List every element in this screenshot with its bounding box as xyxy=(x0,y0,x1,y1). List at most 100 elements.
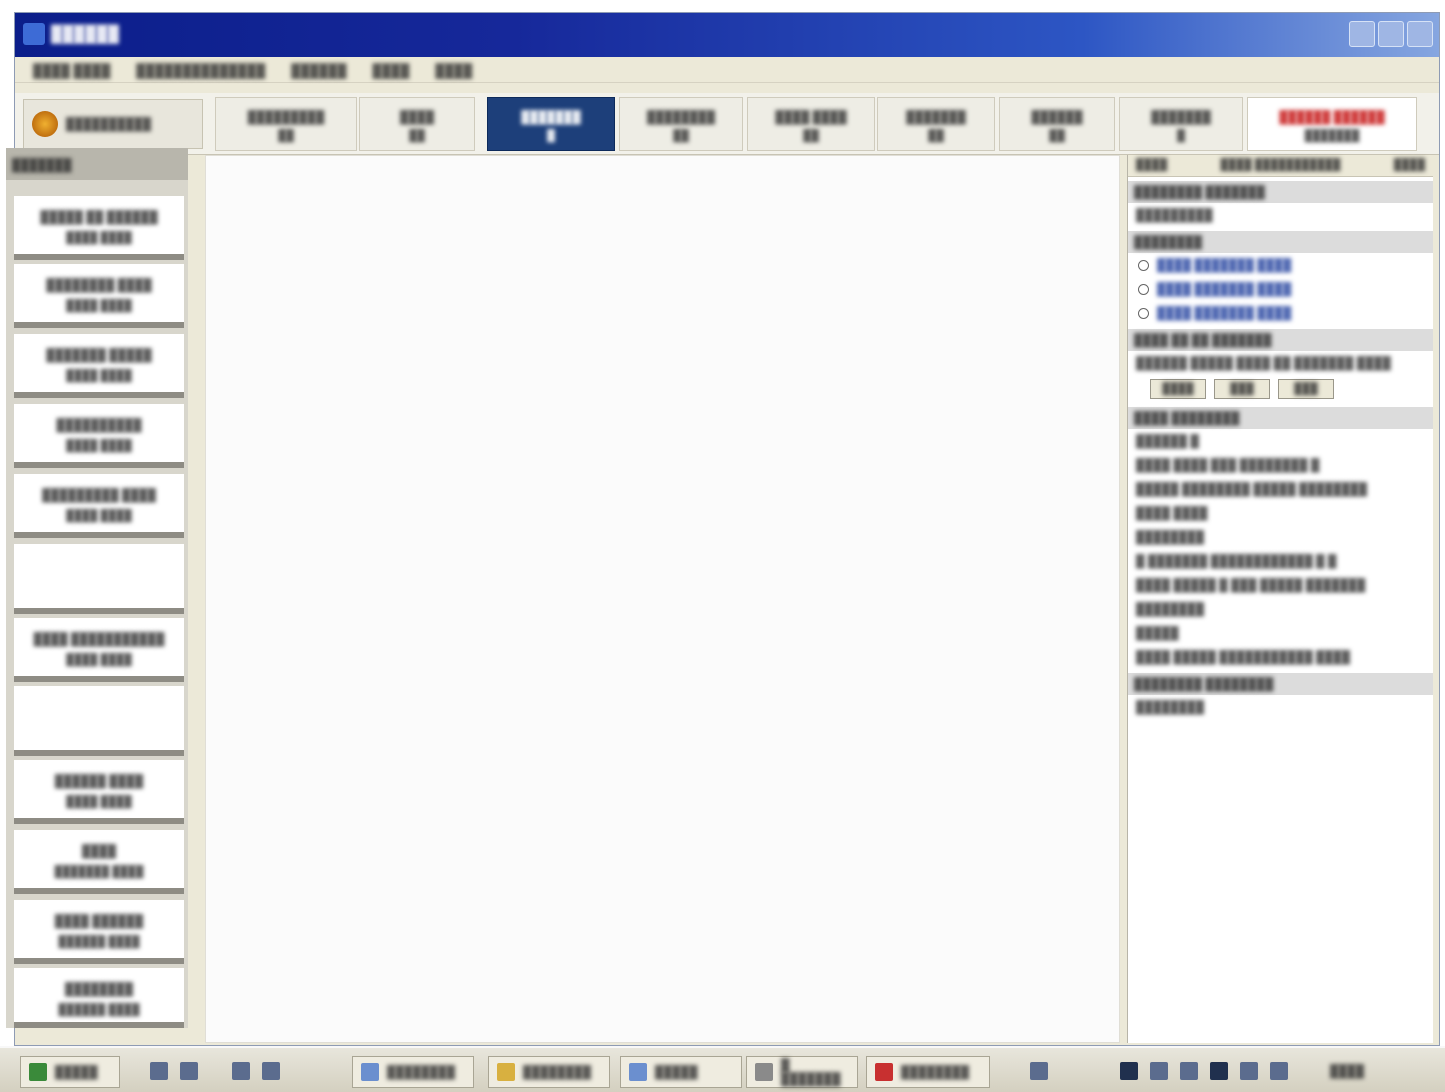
left-sidebar: ███████ █████ ██ ██████ ████ ████ ██████… xyxy=(6,148,188,1028)
sidebar-item-7[interactable]: ████ ███████████ ████ ████ xyxy=(14,618,184,682)
radio-icon[interactable] xyxy=(1138,259,1149,271)
quicklaunch-icon[interactable] xyxy=(232,1062,250,1080)
radio-icon[interactable] xyxy=(1138,283,1149,295)
sidebar-header: ███████ xyxy=(6,148,188,180)
sidebar-item-sub: ███████ ████ xyxy=(54,866,144,878)
sidebar-item-6[interactable] xyxy=(14,544,184,614)
radio-option-1[interactable]: ████ ███████ ████ xyxy=(1128,253,1433,277)
main-canvas[interactable] xyxy=(205,155,1120,1043)
clock[interactable]: ████ xyxy=(1330,1064,1364,1078)
detail-line: ████ █████ ███████████ ████ xyxy=(1136,650,1351,664)
menu-item-1[interactable]: ████ ████ xyxy=(33,63,110,78)
menu-item-5[interactable]: ████ xyxy=(435,63,472,78)
maximize-button[interactable] xyxy=(1378,21,1404,47)
quicklaunch-icon[interactable] xyxy=(180,1062,198,1080)
toolbar-tab-7[interactable]: ██████ ██ xyxy=(999,97,1115,151)
toolbar-tab-1[interactable]: █████████ ██ xyxy=(215,97,357,151)
detail-line: █████ ████████ █████ ████████ xyxy=(1136,482,1368,496)
sidebar-item-label: ████ ███████████ xyxy=(33,632,165,646)
taskbar-item-4[interactable]: █ ███████ xyxy=(746,1056,858,1088)
sidebar-item-12[interactable]: ████████ ██████ ████ xyxy=(14,968,184,1028)
panel-tab-left[interactable]: ████ xyxy=(1136,159,1167,172)
radio-option-3[interactable]: ████ ███████ ████ xyxy=(1128,301,1433,325)
sidebar-item-10[interactable]: ████ ███████ ████ xyxy=(14,830,184,894)
section-3-buttons: ████ ███ ███ xyxy=(1128,375,1433,403)
sidebar-item-label: ████ xyxy=(81,844,116,858)
tab-sub: █ xyxy=(1177,130,1185,142)
sidebar-item-9[interactable]: ██████ ████ ████ ████ xyxy=(14,760,184,824)
sidebar-item-1[interactable]: █████ ██ ██████ ████ ████ xyxy=(14,196,184,260)
tray-icon[interactable] xyxy=(1240,1062,1258,1080)
tab-sub: ██ xyxy=(409,130,425,142)
folder-icon xyxy=(497,1063,515,1081)
tray-icon[interactable] xyxy=(1030,1062,1048,1080)
tab-label: ████ ████ xyxy=(775,110,847,124)
sidebar-item-8[interactable] xyxy=(14,686,184,756)
detail-line: ████████ xyxy=(1136,530,1205,544)
panel-button-a[interactable]: ████ xyxy=(1150,379,1206,399)
taskbar-item-5-active[interactable]: ████████ xyxy=(866,1056,990,1088)
sidebar-item-label: █████████ ████ xyxy=(42,488,156,502)
toolbar-tab-4[interactable]: ████████ ██ xyxy=(619,97,743,151)
sidebar-item-label: ████ ██████ xyxy=(54,914,144,928)
tray-icon[interactable] xyxy=(1180,1062,1198,1080)
sidebar-item-sub: ████ ████ xyxy=(66,440,132,452)
toolbar-tab-8[interactable]: ███████ █ xyxy=(1119,97,1243,151)
close-button[interactable] xyxy=(1407,21,1433,47)
minimize-button[interactable] xyxy=(1349,21,1375,47)
right-panel-tabs: ████ ████ ███████████ ████ xyxy=(1128,155,1433,177)
taskbar-item-3[interactable]: █████ xyxy=(620,1056,742,1088)
sidebar-item-label: ████████ xyxy=(64,982,133,996)
tray-icon[interactable] xyxy=(1210,1062,1228,1080)
panel-button-c[interactable]: ███ xyxy=(1278,379,1334,399)
sidebar-item-label: █████ ██ ██████ xyxy=(40,210,158,224)
taskbar-item-label: ████████ xyxy=(387,1065,456,1079)
panel-tab-mid[interactable]: ████ ███████████ xyxy=(1221,159,1341,172)
radio-option-2[interactable]: ████ ███████ ████ xyxy=(1128,277,1433,301)
toolbar-tab-6[interactable]: ███████ ██ xyxy=(877,97,995,151)
detail-line: ████ █████ █ ███ █████ ███████ xyxy=(1136,578,1366,592)
sidebar-item-sub: ████ ████ xyxy=(66,510,132,522)
menu-item-2[interactable]: ██████████████ xyxy=(136,63,265,78)
quicklaunch-icon[interactable] xyxy=(150,1062,168,1080)
top-toolbar: ██████████ █████████ ██ ████ ██ ███████ … xyxy=(15,93,1439,155)
radio-icon[interactable] xyxy=(1138,307,1149,319)
taskbar-item-1[interactable]: ████████ xyxy=(352,1056,474,1088)
menu-item-4[interactable]: ████ xyxy=(373,63,410,78)
start-icon xyxy=(29,1063,47,1081)
section-1-value: █████████ xyxy=(1136,208,1213,222)
panel-tab-right[interactable]: ████ xyxy=(1394,159,1425,172)
logo-text: ██████████ xyxy=(66,117,152,131)
toolbar-tab-alert[interactable]: ██████ ██████ ███████ xyxy=(1247,97,1417,151)
sidebar-item-2[interactable]: ████████ ████ ████ ████ xyxy=(14,264,184,328)
taskbar-item-2[interactable]: ████████ xyxy=(488,1056,610,1088)
tray-icon[interactable] xyxy=(1270,1062,1288,1080)
detail-line: █████ xyxy=(1136,626,1179,640)
tab-sub: ██ xyxy=(803,130,819,142)
title-bar[interactable]: ██████ xyxy=(15,13,1439,57)
sidebar-item-11[interactable]: ████ ██████ ██████ ████ xyxy=(14,900,184,964)
app-window: ██████ ████ ████ ██████████████ ██████ █… xyxy=(14,12,1440,1046)
tab-label: ████████ xyxy=(646,110,715,124)
tab-label: ███████ xyxy=(906,110,966,124)
sidebar-item-4[interactable]: ██████████ ████ ████ xyxy=(14,404,184,468)
tab-sub: ██ xyxy=(673,130,689,142)
toolbar-tab-3-active[interactable]: ███████ █ xyxy=(487,97,615,151)
sidebar-item-3[interactable]: ███████ █████ ████ ████ xyxy=(14,334,184,398)
toolbar-tab-2[interactable]: ████ ██ xyxy=(359,97,475,151)
taskbar-item-label: █ ███████ xyxy=(781,1058,841,1086)
tab-label: ███████ xyxy=(521,110,581,124)
panel-button-b[interactable]: ███ xyxy=(1214,379,1270,399)
sidebar-item-sub: ████ ████ xyxy=(66,232,132,244)
start-label: █████ xyxy=(55,1065,98,1079)
start-button[interactable]: █████ xyxy=(20,1056,120,1088)
menu-item-3[interactable]: ██████ xyxy=(291,63,346,78)
toolbar-tab-5[interactable]: ████ ████ ██ xyxy=(747,97,875,151)
sidebar-item-sub: ██████ ████ xyxy=(58,1004,140,1016)
quicklaunch-icon[interactable] xyxy=(262,1062,280,1080)
sidebar-item-5[interactable]: █████████ ████ ████ ████ xyxy=(14,474,184,538)
tray-icon[interactable] xyxy=(1120,1062,1138,1080)
tray-icon[interactable] xyxy=(1150,1062,1168,1080)
sidebar-item-sub: ████ ████ xyxy=(66,370,132,382)
tab-label: ██████ ██████ xyxy=(1279,110,1385,124)
